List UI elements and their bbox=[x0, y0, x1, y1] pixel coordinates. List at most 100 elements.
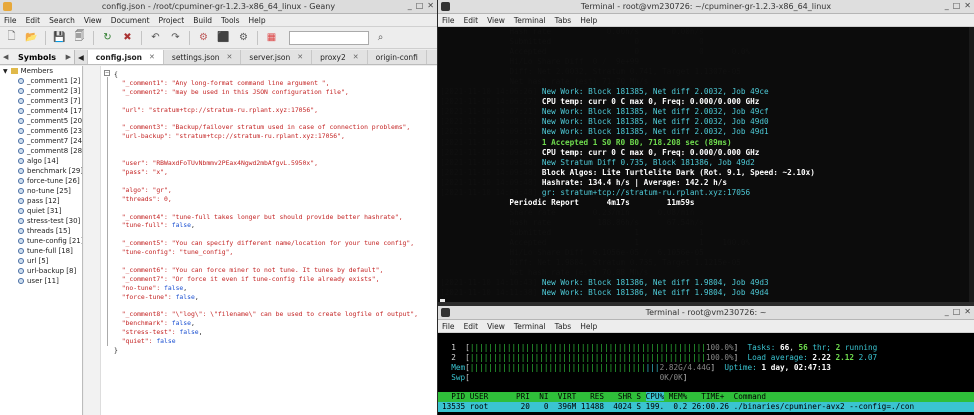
build-icon[interactable]: ⬛ bbox=[215, 30, 232, 46]
close-icon[interactable]: ✕ bbox=[964, 307, 971, 316]
menu-search[interactable]: Search bbox=[49, 16, 75, 25]
close-icon[interactable]: ✕ bbox=[427, 1, 434, 10]
htop-sort-column[interactable]: CPU% bbox=[645, 392, 665, 401]
menu-help[interactable]: Help bbox=[580, 322, 597, 331]
menu-file[interactable]: File bbox=[4, 16, 17, 25]
menu-project[interactable]: Project bbox=[159, 16, 185, 25]
symbol-item[interactable]: _comment4 [17 bbox=[0, 106, 82, 116]
symbol-item[interactable]: quiet [31] bbox=[0, 206, 82, 216]
toolbar-search-input[interactable] bbox=[289, 30, 369, 45]
terminal-output[interactable]: Hash rate 0.00h/s 0.00h/s Submitted 0 0 … bbox=[438, 27, 974, 302]
menu-build[interactable]: Build bbox=[193, 16, 212, 25]
save-icon[interactable]: 💾 bbox=[51, 30, 68, 46]
menu-view[interactable]: View bbox=[487, 16, 505, 25]
symbol-item[interactable]: user [11] bbox=[0, 276, 82, 286]
menu-file[interactable]: File bbox=[442, 322, 455, 331]
doc-tab-origin-config[interactable]: origin-confi bbox=[368, 50, 427, 64]
code-editor[interactable]: − { "_comment1": "Any long-format comman… bbox=[84, 66, 437, 415]
symbol-item[interactable]: threads [15] bbox=[0, 226, 82, 236]
symbol-item[interactable]: _comment2 [3] bbox=[0, 86, 82, 96]
text-segment: "algo": "gr", bbox=[114, 185, 172, 194]
symbol-item[interactable]: tune-full [18] bbox=[0, 246, 82, 256]
doc-tab-settings-json[interactable]: settings.json ✕ bbox=[164, 50, 242, 64]
menu-view[interactable]: View bbox=[84, 16, 102, 25]
menu-terminal[interactable]: Terminal bbox=[514, 322, 546, 331]
symbol-item[interactable]: _comment5 [20 bbox=[0, 116, 82, 126]
htop-process-row[interactable]: 13535 root 20 0 396M 11488 4024 S 199. 0… bbox=[438, 402, 974, 412]
tab-symbols[interactable]: ◀ Symbols ▶ bbox=[0, 50, 75, 64]
undo-icon[interactable]: ↶ bbox=[147, 30, 164, 46]
close-icon[interactable]: ✕ bbox=[149, 53, 155, 61]
run-icon[interactable]: ⚙ bbox=[235, 30, 252, 46]
menu-tabs[interactable]: Tabs bbox=[555, 16, 572, 25]
htop-column-header[interactable]: PID USER PRI NI VIRT RES SHR S CPU% MEM%… bbox=[438, 392, 974, 402]
symbol-item[interactable]: _comment6 [23 bbox=[0, 126, 82, 136]
close-icon[interactable]: ✕ bbox=[297, 53, 303, 61]
new-file-icon[interactable]: 🗋 bbox=[3, 30, 20, 46]
member-icon bbox=[18, 108, 24, 114]
menu-tools[interactable]: Tools bbox=[221, 16, 239, 25]
symbol-label: no-tune [25] bbox=[27, 187, 71, 195]
maximize-icon[interactable]: □ bbox=[416, 1, 424, 10]
save-all-icon[interactable]: 🗐 bbox=[71, 30, 88, 46]
doc-tab-scroll-left[interactable]: ◀ bbox=[75, 50, 88, 64]
doc-tab-proxy2[interactable]: proxy2 ✕ bbox=[312, 50, 368, 64]
menu-edit[interactable]: Edit bbox=[26, 16, 41, 25]
menu-edit[interactable]: Edit bbox=[464, 322, 479, 331]
maximize-icon[interactable]: □ bbox=[953, 1, 961, 10]
menu-help[interactable]: Help bbox=[580, 16, 597, 25]
compile-icon[interactable]: ⚙ bbox=[195, 30, 212, 46]
symbol-label: algo [14] bbox=[27, 157, 59, 165]
menu-view[interactable]: View bbox=[487, 322, 505, 331]
search-icon[interactable]: ⌕ bbox=[372, 30, 389, 46]
symbol-item[interactable]: url-backup [8] bbox=[0, 266, 82, 276]
maximize-icon[interactable]: □ bbox=[953, 307, 961, 316]
close-file-icon[interactable]: ✖ bbox=[119, 30, 136, 46]
symbol-item[interactable]: url [5] bbox=[0, 256, 82, 266]
chevron-right-icon[interactable]: ▶ bbox=[66, 53, 71, 61]
chevron-left-icon[interactable]: ◀ bbox=[3, 53, 8, 61]
minimize-icon[interactable]: _ bbox=[945, 307, 949, 316]
symbol-label: threads [15] bbox=[27, 227, 71, 235]
doc-tab-server-json[interactable]: server.json ✕ bbox=[241, 50, 313, 64]
symbol-item[interactable]: stress-test [30] bbox=[0, 216, 82, 226]
symbol-item[interactable]: _comment1 [2] bbox=[0, 76, 82, 86]
close-icon[interactable]: ✕ bbox=[227, 53, 233, 61]
symbol-item[interactable]: tune-config [21] bbox=[0, 236, 82, 246]
close-icon[interactable]: ✕ bbox=[353, 53, 359, 61]
code-line: "pass": "x", bbox=[114, 168, 418, 177]
symbols-root[interactable]: ▼ Members bbox=[0, 66, 82, 76]
symbol-item[interactable]: _comment7 [24 bbox=[0, 136, 82, 146]
code-line: ​ bbox=[114, 230, 418, 239]
doc-tab-config-json[interactable]: config.json ✕ bbox=[87, 50, 164, 64]
code-text[interactable]: { "_comment1": "Any long-format command … bbox=[114, 70, 418, 355]
symbol-item[interactable]: force-tune [26] bbox=[0, 176, 82, 186]
terminal-scrollbar[interactable] bbox=[969, 27, 974, 302]
redo-icon[interactable]: ↷ bbox=[167, 30, 184, 46]
open-file-icon[interactable]: 📂 bbox=[23, 30, 40, 46]
fold-marker-icon[interactable]: − bbox=[104, 70, 110, 76]
close-icon[interactable]: ✕ bbox=[964, 1, 971, 10]
symbol-item[interactable]: _comment8 [28 bbox=[0, 146, 82, 156]
chevron-down-icon[interactable]: ▼ bbox=[3, 68, 8, 75]
text-segment: "no-tune": bbox=[114, 283, 165, 292]
menu-document[interactable]: Document bbox=[111, 16, 150, 25]
terminal-line: [2021-11-10 14:07:21] New Work: Block 18… bbox=[440, 107, 974, 117]
symbol-item[interactable]: algo [14] bbox=[0, 156, 82, 166]
menu-edit[interactable]: Edit bbox=[464, 16, 479, 25]
color-chooser-icon[interactable]: ▦ bbox=[263, 30, 280, 46]
symbol-item[interactable]: no-tune [25] bbox=[0, 186, 82, 196]
minimize-icon[interactable]: _ bbox=[945, 1, 949, 10]
minimize-icon[interactable]: _ bbox=[408, 1, 412, 10]
menu-terminal[interactable]: Terminal bbox=[514, 16, 546, 25]
menu-tabs[interactable]: Tabs bbox=[555, 322, 572, 331]
menu-file[interactable]: File bbox=[442, 16, 455, 25]
symbol-item[interactable]: pass [12] bbox=[0, 196, 82, 206]
reload-icon[interactable]: ↻ bbox=[99, 30, 116, 46]
menu-help[interactable]: Help bbox=[249, 16, 266, 25]
symbol-item[interactable]: _comment3 [7] bbox=[0, 96, 82, 106]
terminal-window-htop: Terminal - root@vm230726: ~ _ □ ✕ File E… bbox=[438, 306, 974, 415]
code-line: "_comment6": "You can force miner to not… bbox=[114, 266, 418, 275]
symbol-item[interactable]: benchmark [29] bbox=[0, 166, 82, 176]
text-segment: Hashrate: 134.4 h/s | Average: 142.2 h/s bbox=[541, 177, 727, 187]
